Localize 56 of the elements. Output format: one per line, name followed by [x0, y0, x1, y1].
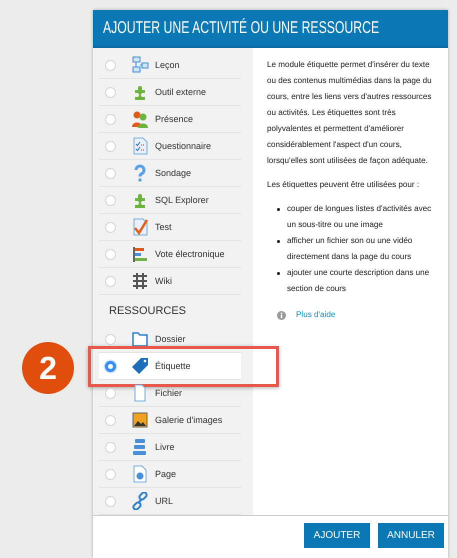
option-row[interactable]: Test [99, 214, 241, 241]
option-label: Livre [155, 442, 175, 452]
option-label: Questionnaire [155, 141, 212, 151]
checklist-icon [131, 137, 149, 155]
option-row[interactable]: Présence [99, 106, 241, 133]
info-icon [277, 310, 286, 320]
option-row[interactable]: Vote électronique [99, 241, 241, 268]
link-icon [131, 492, 149, 510]
bar-chart-icon [131, 245, 149, 263]
option-label: Test [155, 222, 172, 232]
globe-document-icon [131, 465, 149, 483]
option-row[interactable]: Galerie d'images [99, 407, 241, 434]
image-icon [131, 411, 149, 429]
option-row[interactable]: Livre [99, 434, 241, 461]
step-badge: 2 [22, 342, 74, 394]
tag-icon [131, 357, 149, 375]
folder-icon [131, 330, 149, 348]
flowchart-icon [131, 56, 149, 74]
option-row[interactable]: Page [99, 461, 241, 488]
section-heading: RESSOURCES [109, 305, 188, 317]
option-row[interactable]: Leçon [99, 52, 241, 79]
help-link[interactable]: Plus d'aide [296, 307, 336, 323]
description-text: Les étiquettes peuvent être utilisées pour : [267, 179, 420, 191]
radio-button[interactable] [105, 360, 116, 372]
option-label: Outil externe [155, 87, 206, 97]
option-label: Vote électronique [155, 249, 225, 259]
check-document-icon [131, 218, 149, 236]
option-label: Wiki [155, 276, 172, 286]
bullet-icon [277, 240, 280, 243]
dialog-button[interactable]: AJOUTER [304, 522, 370, 548]
option-label: SQL Explorer [155, 195, 209, 205]
book-stack-icon [131, 438, 149, 456]
option-label: Étiquette [155, 361, 191, 371]
option-row[interactable]: Sondage [99, 160, 241, 187]
wiki-icon [131, 272, 149, 290]
people-icon [131, 110, 149, 128]
bullet-icon [277, 272, 280, 275]
bullet-icon [277, 208, 280, 211]
option-label: Page [155, 469, 176, 479]
dialog-title: AJOUTER UNE ACTIVITÉ OU UNE RESSOURCE [103, 18, 380, 38]
bullet-text: ajouter une courte description dans une section de cours [287, 267, 430, 295]
option-row[interactable]: Questionnaire [99, 133, 241, 160]
option-label: Dossier [155, 334, 186, 344]
option-row[interactable]: Outil externe [99, 79, 241, 106]
option-label: Galerie d'images [155, 415, 222, 425]
option-label: Fichier [155, 388, 182, 398]
dialog-button[interactable]: ANNULER [378, 522, 444, 548]
option-row[interactable]: Fichier [99, 380, 241, 407]
option-label: URL [155, 496, 174, 506]
option-label: Leçon [155, 60, 180, 70]
option-label: Présence [155, 114, 194, 124]
option-row[interactable]: Wiki [99, 268, 241, 295]
description-text: Le module étiquette permet d'insérer du texte ou des contenus multimédias dans la page du cours, entre les liens vers d'autres ressources ou activités. Les étiquettes sont très polyvalentes et permettent d'améliorer considérablement l'aspect d'un cours, lorsqu'elles sont utilisées de façon adéquate. [267, 59, 433, 167]
option-label: Sondage [155, 168, 192, 178]
option-row[interactable]: Étiquette [99, 353, 241, 380]
option-row[interactable]: SQL Explorer [99, 187, 241, 214]
